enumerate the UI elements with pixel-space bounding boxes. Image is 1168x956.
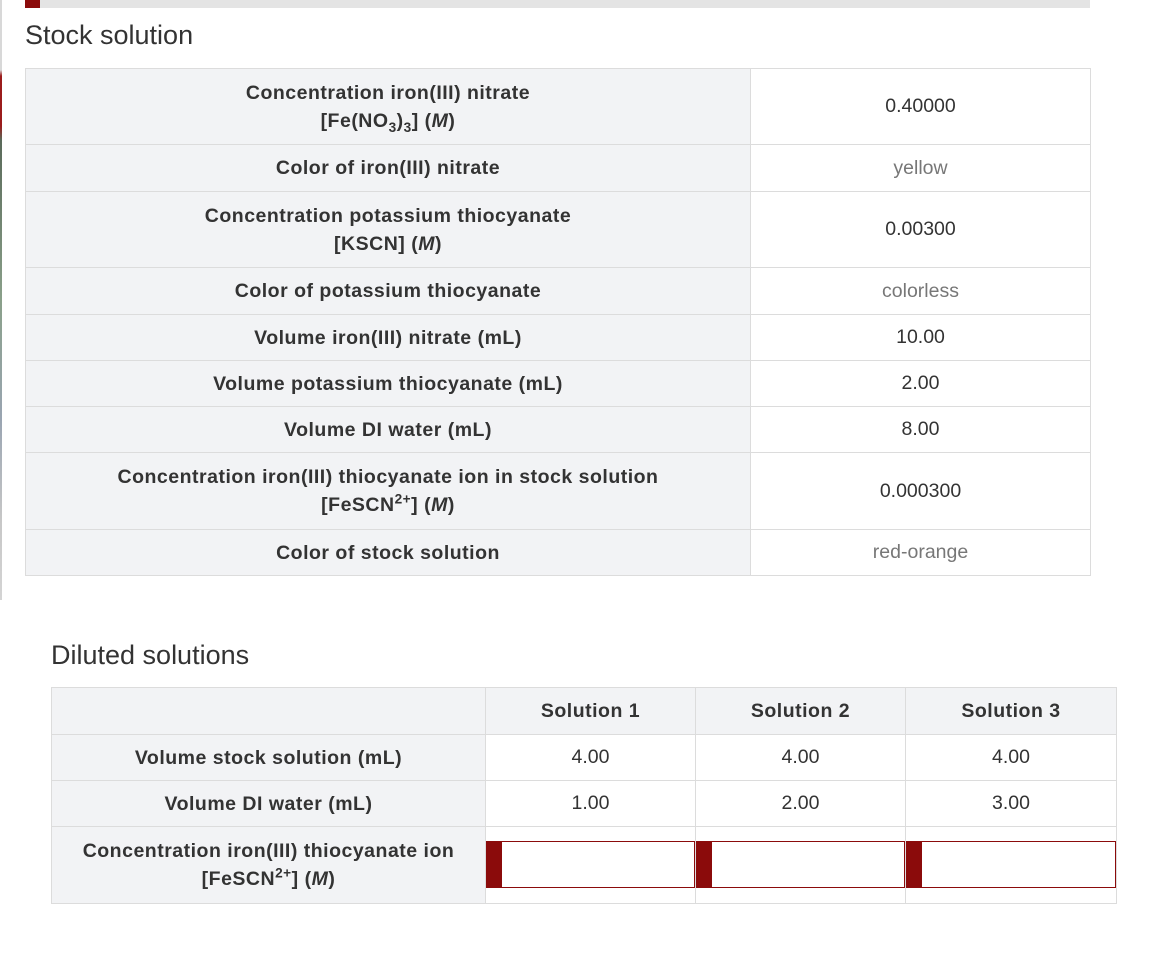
answer-cell xyxy=(485,826,696,904)
table-row: Volume DI water (mL) 1.00 2.00 3.00 xyxy=(51,780,1117,827)
row-label: Concentration iron(III) nitrate [Fe(NO3)… xyxy=(25,68,751,145)
table-row: Color of stock solution red-orange xyxy=(25,529,1091,576)
row-label: Concentration iron(III) thiocyanate ion … xyxy=(25,452,751,530)
stock-solution-table: Concentration iron(III) nitrate [Fe(NO3)… xyxy=(25,68,1091,576)
row-label: Color of iron(III) nitrate xyxy=(25,144,751,192)
diluted-solutions-table: Solution 1 Solution 2 Solution 3 Volume … xyxy=(51,687,1117,904)
diluted-solutions-title: Diluted solutions xyxy=(51,640,250,670)
row-label: Volume iron(III) nitrate (mL) xyxy=(25,314,751,361)
required-marker xyxy=(487,842,502,887)
row-label: Volume DI water (mL) xyxy=(51,780,486,827)
row-value: 8.00 xyxy=(750,406,1091,453)
row-value: yellow xyxy=(750,144,1091,192)
table-row: Concentration iron(III) nitrate [Fe(NO3)… xyxy=(25,68,1091,145)
row-value: 1.00 xyxy=(485,780,696,827)
row-label: Volume stock solution (mL) xyxy=(51,734,486,781)
progress-bar xyxy=(25,0,1090,8)
table-row: Volume stock solution (mL) 4.00 4.00 4.0… xyxy=(51,734,1117,781)
row-value: red-orange xyxy=(750,529,1091,576)
row-value: 0.00300 xyxy=(750,191,1091,268)
answer-cell xyxy=(905,826,1117,904)
label-text: Concentration iron(III) nitrate xyxy=(245,81,531,104)
table-row: Volume iron(III) nitrate (mL) 10.00 xyxy=(25,314,1091,361)
row-value: 0.000300 xyxy=(750,452,1091,530)
concentration-input-solution-3[interactable] xyxy=(906,841,1116,888)
column-header-solution-1: Solution 1 xyxy=(485,687,696,735)
row-label: Concentration potassium thiocyanate [KSC… xyxy=(25,191,751,268)
stock-solution-title: Stock solution xyxy=(25,20,194,50)
empty-header-cell xyxy=(51,687,486,735)
required-marker xyxy=(907,842,922,887)
row-label: Volume potassium thiocyanate (mL) xyxy=(25,360,751,407)
row-label: Concentration iron(III) thiocyanate ion … xyxy=(51,826,486,904)
column-header-solution-2: Solution 2 xyxy=(695,687,906,735)
label-text: Concentration iron(III) thiocyanate ion xyxy=(82,840,455,862)
table-row: Color of potassium thiocyanate colorless xyxy=(25,267,1091,315)
left-edge-strip xyxy=(0,0,2,600)
formula: [KSCN] (M) xyxy=(334,232,442,255)
row-value: 10.00 xyxy=(750,314,1091,361)
table-row: Concentration iron(III) thiocyanate ion … xyxy=(25,452,1091,530)
row-label: Color of stock solution xyxy=(25,529,751,576)
formula: [Fe(NO3)3] (M) xyxy=(320,109,456,135)
row-label: Volume DI water (mL) xyxy=(25,406,751,453)
table-row: Volume potassium thiocyanate (mL) 2.00 xyxy=(25,360,1091,407)
formula: [FeSCN2+] (M) xyxy=(201,865,336,890)
row-value: 0.40000 xyxy=(750,68,1091,145)
table-row: Concentration iron(III) thiocyanate ion … xyxy=(51,826,1117,904)
table-header-row: Solution 1 Solution 2 Solution 3 xyxy=(51,687,1117,735)
label-text: Concentration potassium thiocyanate xyxy=(204,204,572,227)
answer-cell xyxy=(695,826,906,904)
row-value: 3.00 xyxy=(905,780,1117,827)
table-row: Concentration potassium thiocyanate [KSC… xyxy=(25,191,1091,268)
concentration-input-solution-2[interactable] xyxy=(696,841,905,888)
row-value: 4.00 xyxy=(695,734,906,781)
row-label: Color of potassium thiocyanate xyxy=(25,267,751,315)
table-row: Color of iron(III) nitrate yellow xyxy=(25,144,1091,192)
required-marker xyxy=(697,842,712,887)
label-text: Concentration iron(III) thiocyanate ion … xyxy=(117,466,659,488)
table-row: Volume DI water (mL) 8.00 xyxy=(25,406,1091,453)
row-value: 2.00 xyxy=(750,360,1091,407)
formula: [FeSCN2+] (M) xyxy=(321,491,455,516)
concentration-input-solution-1[interactable] xyxy=(486,841,695,888)
column-header-solution-3: Solution 3 xyxy=(905,687,1117,735)
row-value: colorless xyxy=(750,267,1091,315)
progress-bar-fill xyxy=(25,0,40,8)
row-value: 2.00 xyxy=(695,780,906,827)
row-value: 4.00 xyxy=(485,734,696,781)
row-value: 4.00 xyxy=(905,734,1117,781)
